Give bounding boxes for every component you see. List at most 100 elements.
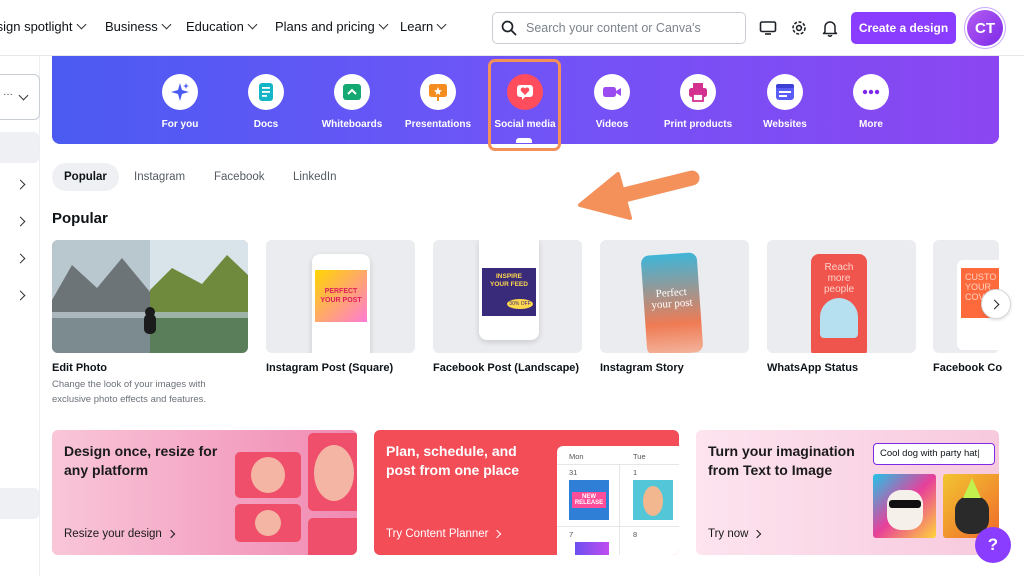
resize-thumb-1 [235, 452, 301, 498]
template-card-instagram-story[interactable]: Perfect your post [600, 240, 749, 353]
category-presentations-circle [420, 74, 456, 110]
template-label[interactable]: Instagram Story [600, 362, 684, 374]
category-whiteboards[interactable]: Whiteboards [312, 74, 392, 130]
category-presentations-label: Presentations [404, 119, 472, 130]
resize-thumb-2 [235, 504, 301, 542]
calendar-divider [557, 464, 679, 465]
whiteboard-icon [343, 84, 361, 100]
facebook-thumb: INSPIRE YOUR FEED 30% OFF [482, 268, 536, 316]
tab-popular[interactable]: Popular [52, 163, 119, 191]
tab-instagram[interactable]: Instagram [122, 163, 197, 191]
template-description: Change the look of your images with excl… [52, 379, 207, 405]
nav-education-label: Education [186, 19, 244, 34]
template-card-whatsapp-status[interactable]: Reach more people [767, 240, 916, 353]
sidebar-item-bottom[interactable] [0, 488, 39, 519]
category-presentations[interactable]: Presentations [398, 74, 478, 130]
landscape-photo [52, 240, 248, 353]
category-docs[interactable]: Docs [226, 74, 306, 130]
promo-link-label: Try now [708, 528, 749, 540]
resize-thumb-4 [308, 518, 357, 555]
scheduled-post: NEW RELEASE [569, 480, 609, 520]
nav-design-spotlight[interactable]: Design spotlight [0, 19, 86, 34]
scheduled-post [633, 480, 673, 520]
template-label[interactable]: Instagram Post (Square) [266, 362, 393, 374]
sidebar-team-selector[interactable]: … [0, 74, 40, 120]
template-label[interactable]: Edit Photo [52, 362, 107, 374]
chevron-down-icon [378, 19, 389, 30]
tab-facebook[interactable]: Facebook [202, 163, 277, 191]
category-docs-label: Docs [253, 119, 279, 130]
nav-plans-pricing[interactable]: Plans and pricing [275, 19, 389, 34]
calendar-date: 31 [569, 468, 578, 477]
calendar-day: Mon [569, 452, 584, 461]
chevron-down-icon [18, 90, 29, 101]
category-for-you[interactable]: For you [140, 74, 220, 130]
text-cursor: | [977, 448, 980, 459]
annotation-arrow-icon [578, 170, 700, 220]
template-card-edit-photo[interactable] [52, 240, 248, 353]
category-for-you-circle [162, 74, 198, 110]
calendar-divider [619, 464, 620, 555]
template-label[interactable]: Facebook Co [933, 362, 1024, 374]
promo-resize[interactable]: Design once, resize for any platform Res… [52, 430, 357, 555]
person-photo [820, 298, 858, 338]
promo-title: Plan, schedule, and post from one place [386, 443, 520, 478]
video-icon [603, 87, 621, 97]
calendar-day: Tue [633, 452, 646, 461]
thumb-text: INSPIRE YOUR FEED [490, 273, 528, 288]
calendar-date: 1 [633, 468, 638, 477]
chevron-right-icon[interactable] [15, 179, 26, 190]
nav-education[interactable]: Education [186, 19, 258, 34]
category-more[interactable]: More [831, 74, 911, 130]
chevron-right-icon[interactable] [15, 290, 26, 301]
gear-icon[interactable] [788, 17, 810, 39]
search-box[interactable] [492, 12, 746, 44]
section-title: Popular [52, 210, 108, 227]
promo-link-text-to-image[interactable]: Try now [708, 528, 762, 540]
chevron-right-icon[interactable] [15, 253, 26, 264]
create-design-button[interactable]: Create a design [851, 12, 956, 44]
nav-business[interactable]: Business [105, 19, 172, 34]
category-videos-circle [594, 74, 630, 110]
promo-title: Turn your imagination from Text to Image [708, 443, 855, 478]
help-button[interactable]: ? [975, 527, 1011, 563]
calendar-date: 7 [569, 530, 574, 539]
promo-link-planner[interactable]: Try Content Planner [386, 528, 502, 540]
category-websites[interactable]: Websites [745, 74, 825, 130]
promo-content-planner[interactable]: Plan, schedule, and post from one place … [374, 430, 679, 555]
chevron-down-icon [76, 19, 86, 30]
tab-linkedin[interactable]: LinkedIn [281, 163, 348, 191]
template-card-facebook-post[interactable]: INSPIRE YOUR FEED 30% OFF [433, 240, 582, 353]
search-input[interactable] [526, 21, 736, 35]
desktop-app-icon[interactable] [757, 17, 779, 39]
calendar-date: 8 [633, 530, 638, 539]
nav-learn[interactable]: Learn [400, 19, 447, 34]
thumb-text: Perfect your post [651, 285, 693, 312]
category-print-products-circle [680, 74, 716, 110]
sidebar-item-selected[interactable] [0, 132, 39, 163]
category-videos[interactable]: Videos [572, 74, 652, 130]
discount-badge: 30% OFF [507, 299, 533, 309]
bell-icon[interactable] [819, 17, 841, 39]
ellipsis-icon: … [3, 87, 13, 98]
search-icon [501, 20, 517, 36]
promo-text-to-image[interactable]: Turn your imagination from Text to Image… [696, 430, 999, 555]
chevron-right-icon[interactable] [15, 216, 26, 227]
category-print-products[interactable]: Print products [658, 74, 738, 130]
template-label[interactable]: Facebook Post (Landscape) [433, 362, 579, 374]
promo-link-label: Resize your design [64, 528, 162, 540]
template-card-instagram-post[interactable]: PERFECT YOUR POST [266, 240, 415, 353]
presentation-icon [429, 84, 447, 101]
template-label[interactable]: WhatsApp Status [767, 362, 858, 374]
printer-icon [689, 83, 707, 102]
chevron-right-icon [493, 529, 502, 539]
category-whiteboards-circle [334, 74, 370, 110]
new-release-badge: NEW RELEASE [572, 492, 606, 508]
avatar[interactable]: CT [967, 10, 1003, 46]
chevron-right-icon [166, 529, 176, 539]
chevron-down-icon [161, 19, 172, 30]
carousel-next-button[interactable] [981, 289, 1011, 319]
portrait-photo [643, 486, 663, 516]
portrait-photo [314, 445, 354, 501]
promo-link-resize[interactable]: Resize your design [64, 528, 176, 540]
